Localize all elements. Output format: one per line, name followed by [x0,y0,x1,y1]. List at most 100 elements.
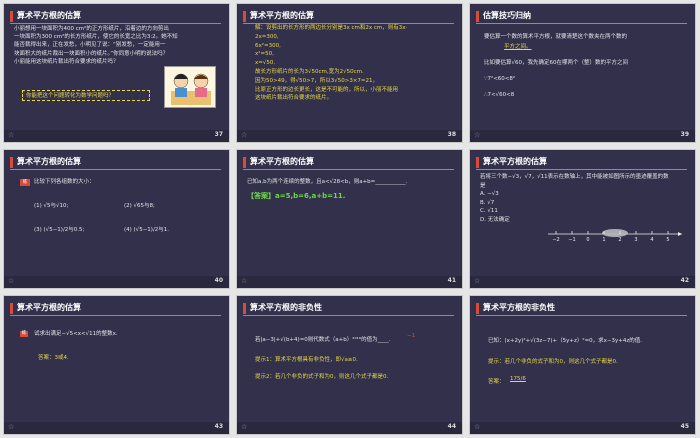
star-icon: ☆ [474,423,481,431]
header-accent [10,303,13,314]
slide-title: 算术平方根的估算 [250,157,314,166]
question-text: 已知a,b为两个连续的整数，且a<√28<b，则a+b=___________. [247,179,408,185]
header-accent [243,157,246,168]
answer-label: 答案： [488,379,505,385]
slide-title: 算术平方根的估算 [17,11,81,20]
number-line-svg: −2 −1 0 1 2 3 4 5 [548,229,682,243]
slide-40[interactable]: 算术平方根的估算 练 比较下列各组数的大小： (1) √5与√10; (2) √… [3,149,230,289]
slide-title: 算术平方根的估算 [483,157,547,166]
option-c: C. √11 [480,208,498,215]
text-line: 平方之间。 [504,44,532,50]
star-icon: ☆ [8,277,15,285]
practice-badge: 练 [20,331,28,337]
slide-number: 37 [214,131,223,138]
slide-number: 41 [447,277,456,284]
slide-footer: ☆ 42 [470,276,695,288]
practice-badge: 练 [20,179,30,186]
item-2: (2) √65与8; [124,203,155,209]
solution-text: 解：设剪出的长方形的两边长分别是3x cm和2x cm，则有3x· 2x=300… [255,24,460,103]
text-line: 小丽想用一块面积为400 cm²的正方形纸片，沿着边的方向剪出 [14,26,169,32]
text-line: 一块面积为300 cm²的长方形纸片，使它的长宽之比为3:2。她不知 [14,34,178,41]
slide-title: 估算技巧归纳 [483,11,531,20]
star-icon: ☆ [241,131,248,139]
kids-illustration [171,73,211,105]
text-line: 能否裁得出来，正在发愁，小明见了说：“别发愁，一定能用一 [14,42,166,49]
text-line: 这块纸片裁出符合要求的纸片。 [255,95,333,102]
slide-number: 40 [214,277,223,284]
header-accent [10,11,13,22]
question-text: 试求出满足−√5<x<√11的整数x. [34,331,118,337]
text-line: x²=50, [255,51,274,58]
tick-label: 3 [634,237,637,243]
text-line: 小丽能用这块纸片裁出符合要求的纸片吗？ [14,58,119,65]
slide-37[interactable]: 算术平方根的估算 小丽想用一块面积为400 cm²的正方形纸片，沿着边的方向剪出… [3,3,230,143]
text-line: 故长方形纸片的长为3√50cm,宽为2√50cm. [255,68,364,75]
number-line: −2 −1 0 1 2 3 4 5 [548,228,684,243]
slide-header: 算术平方根的估算 [10,156,221,170]
tick-label: −1 [568,237,575,243]
header-accent [243,303,246,314]
text-line: 块面积大的纸片裁出一块面积小的纸片。”你同意小明的说法吗？ [14,50,169,57]
cartoon-image [164,66,216,108]
question-text: 若|a−3|+√(b+4)=0则代数式（a+b）²⁰¹⁶的值为____. [255,337,391,343]
star-icon: ☆ [241,423,248,431]
slide-grid: 算术平方根的估算 小丽想用一块面积为400 cm²的正方形纸片，沿着边的方向剪出… [3,3,697,435]
slide-39[interactable]: 估算技巧归纳 要估算一个数的算术平方根，就要清楚这个数夹在两个数的 平方之间。 … [469,3,696,143]
star-icon: ☆ [241,277,248,285]
answer-text: 答案：3或4. [38,355,69,361]
slide-number: 38 [447,131,456,138]
slide-footer: ☆ 40 [4,276,229,288]
answer-value: −1 [407,333,416,339]
slide-number: 39 [680,131,689,138]
hint-text: 提示：若几个非负的式子和为0，则这几个式子都是0. [488,359,618,365]
question-text: 已知：(x+2y)²+√(3z−7)+（5y+z）²=0，求x−3y+4z的值. [488,338,643,344]
text-line: 6x²=300, [255,42,281,49]
header-accent [10,157,13,168]
text-line: x=√50. [255,60,276,67]
star-icon: ☆ [474,131,481,139]
slide-43[interactable]: 算术平方根的估算 练 试求出满足−√5<x<√11的整数x. 答案：3或4. ☆… [3,295,230,435]
slide-title: 算术平方根的估算 [17,303,81,312]
slide-footer: ☆ 39 [470,130,695,142]
slide-44[interactable]: 算术平方根的非负性 若|a−3|+√(b+4)=0则代数式（a+b）²⁰¹⁶的值… [236,295,463,435]
slide-header: 算术平方根的非负性 [476,302,687,316]
header-accent [243,11,246,22]
option-d: D. 无法确定 [480,216,510,223]
slide-45[interactable]: 算术平方根的非负性 已知：(x+2y)²+√(3z−7)+（5y+z）²=0，求… [469,295,696,435]
tick-label: 0 [586,237,589,243]
slide-number: 45 [680,423,689,430]
slide-41[interactable]: 算术平方根的估算 已知a,b为两个连续的整数，且a<√28<b，则a+b=___… [236,149,463,289]
answer-value: 175/6 [510,376,526,382]
option-a: A. −√3 [480,191,499,198]
text-line: 因为50>49，得√50>7，所以3√50>3×7=21， [255,77,379,84]
slide-header: 估算技巧归纳 [476,10,687,24]
slide-footer: ☆ 43 [4,422,229,434]
slide-header: 算术平方根的估算 [476,156,687,170]
hint-1: 提示1：算术平方根具有非负性，即√a≥0. [255,357,358,363]
header-accent [476,303,479,314]
slide-footer: ☆ 41 [237,276,462,288]
text-line: 是 [480,182,486,189]
text-line: 要估算一个数的算术平方根，就要清楚这个数夹在两个数的 [484,34,628,40]
star-icon: ☆ [8,131,15,139]
tick-label: 2 [618,237,621,243]
text-line: 比原正方形的边长更长，这是不可能的，所以，小丽不能用 [255,86,399,93]
star-icon: ☆ [474,277,481,285]
slide-42[interactable]: 算术平方根的估算 若将三个数−√3，√7，√11表示在数轴上，其中能被如图所示的… [469,149,696,289]
slide-header: 算术平方根的估算 [10,10,221,24]
question-text: 若将三个数−√3，√7，√11表示在数轴上，其中能被如图所示的墨迹覆盖的数 是 … [480,173,692,225]
text-line: 比如要估算√60，我先确定60在哪两个（整）数的平方之间 [484,60,629,66]
tick-label: 1 [602,237,605,243]
slide-header: 算术平方根的估算 [10,302,221,316]
slide-title: 算术平方根的非负性 [250,303,322,312]
body-text: 要估算一个数的算术平方根，就要清楚这个数夹在两个数的 平方之间。 比如要估算√6… [484,32,692,100]
slide-number: 43 [214,423,223,430]
slide-number: 42 [680,277,689,284]
item-4: (4) (√5−1)/2与1. [124,227,170,233]
slide-header: 算术平方根的估算 [243,10,454,24]
text-line: 解：设剪出的长方形的两边长分别是3x cm和2x cm，则有3x· [255,25,408,31]
item-1: (1) √5与√10; [34,203,69,209]
slide-title: 算术平方根的估算 [250,11,314,20]
slide-footer: ☆ 37 [4,130,229,142]
slide-38[interactable]: 算术平方根的估算 解：设剪出的长方形的两边长分别是3x cm和2x cm，则有3… [236,3,463,143]
